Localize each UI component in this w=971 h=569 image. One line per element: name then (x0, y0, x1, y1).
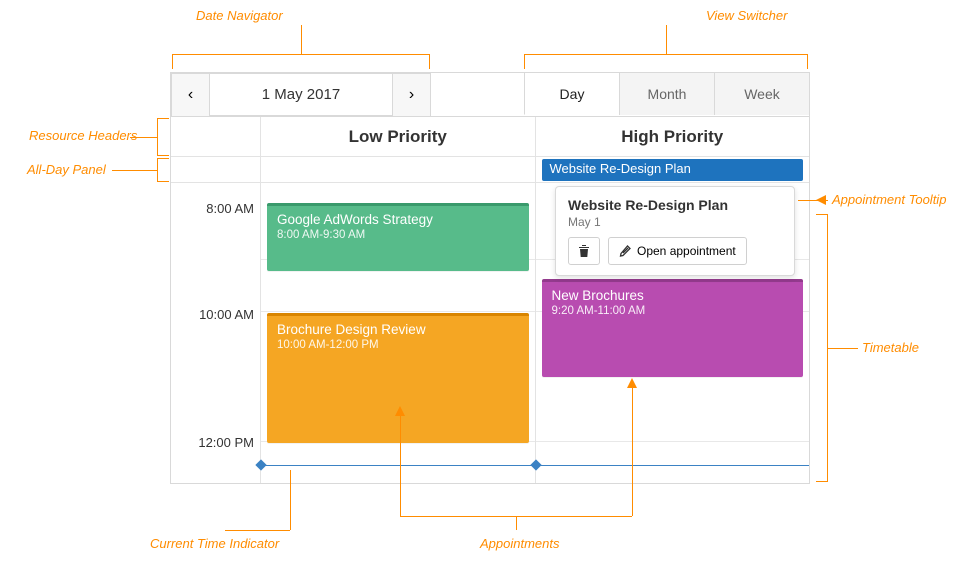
allday-cell-low[interactable] (261, 157, 535, 182)
callout-allday-panel: All-Day Panel (27, 162, 106, 177)
arrowhead-icon (394, 406, 406, 418)
bracket-date-navigator (172, 54, 430, 69)
callout-appointments: Appointments (480, 536, 560, 551)
chevron-right-icon: › (409, 86, 414, 104)
appointment-tooltip: Website Re-Design Plan May 1 Open appoin… (555, 186, 795, 276)
topbar-spacer (431, 73, 524, 116)
time-column-header (171, 117, 261, 156)
allday-cell-high[interactable]: Website Re-Design Plan (535, 157, 810, 182)
appointment-adwords[interactable]: Google AdWords Strategy 8:00 AM-9:30 AM (267, 203, 529, 271)
trash-icon (578, 244, 590, 258)
diagram-canvas: Date Navigator View Switcher ‹ 1 May 201… (0, 0, 971, 569)
scheduler-topbar: ‹ 1 May 2017 › Day Month Week (171, 73, 809, 117)
leader-timetable (828, 348, 858, 349)
current-time-indicator (536, 465, 810, 466)
allday-appointment-title: Website Re-Design Plan (550, 161, 691, 176)
resource-headers: Low Priority High Priority (171, 117, 809, 157)
leader-appointments-2 (632, 388, 633, 516)
pencil-icon (619, 245, 631, 257)
callout-timetable: Timetable (862, 340, 919, 355)
allday-panel: Website Re-Design Plan (171, 157, 809, 183)
tooltip-actions: Open appointment (568, 237, 782, 265)
leader-current-time (290, 470, 291, 530)
view-tab-week[interactable]: Week (714, 73, 809, 115)
appointment-title: Google AdWords Strategy (277, 212, 519, 227)
bracket-timetable (816, 214, 828, 482)
date-navigator: ‹ 1 May 2017 › (171, 73, 431, 116)
appointment-time: 8:00 AM-9:30 AM (277, 229, 519, 241)
time-label-12pm: 12:00 PM (198, 435, 254, 450)
leader-date-navigator (301, 25, 302, 54)
timetable-col-low[interactable]: Google AdWords Strategy 8:00 AM-9:30 AM … (261, 183, 535, 483)
view-tab-month[interactable]: Month (619, 73, 714, 115)
allday-time-gutter (171, 157, 261, 182)
leader-view-switcher (666, 25, 667, 54)
arrowhead-icon (816, 194, 828, 206)
leader-appointments-drop (516, 516, 517, 530)
bracket-resource-headers (157, 118, 169, 156)
appointment-title: New Brochures (552, 288, 794, 303)
appointment-time: 9:20 AM-11:00 AM (552, 305, 794, 317)
scheduler-panel: ‹ 1 May 2017 › Day Month Week Low Priori… (170, 72, 810, 484)
bracket-view-switcher (524, 54, 808, 69)
view-switcher: Day Month Week (524, 73, 809, 116)
current-date-label[interactable]: 1 May 2017 (210, 74, 392, 115)
time-label-10am: 10:00 AM (199, 307, 254, 322)
next-day-button[interactable]: › (392, 74, 430, 116)
appointment-title: Brochure Design Review (277, 322, 519, 337)
time-gutter: 8:00 AM 10:00 AM 12:00 PM (171, 183, 261, 483)
view-tab-day[interactable]: Day (524, 73, 619, 115)
time-label-8am: 8:00 AM (206, 201, 254, 216)
callout-appointment-tooltip: Appointment Tooltip (832, 192, 946, 207)
open-appointment-label: Open appointment (637, 244, 736, 258)
leader-current-time-h (225, 530, 290, 531)
open-appointment-button[interactable]: Open appointment (608, 237, 747, 265)
bracket-allday-panel (157, 158, 169, 182)
callout-current-time-indicator: Current Time Indicator (150, 536, 279, 551)
callout-view-switcher: View Switcher (706, 8, 787, 23)
appointment-brochure-review[interactable]: Brochure Design Review 10:00 AM-12:00 PM (267, 313, 529, 443)
gridline (261, 311, 535, 312)
resource-header-low: Low Priority (261, 117, 535, 156)
leader-allday-panel (112, 170, 157, 171)
chevron-left-icon: ‹ (188, 86, 193, 104)
appointment-time: 10:00 AM-12:00 PM (277, 339, 519, 351)
prev-day-button[interactable]: ‹ (172, 74, 210, 116)
tooltip-title: Website Re-Design Plan (568, 197, 782, 213)
arrowhead-icon (626, 378, 638, 390)
appointment-new-brochures[interactable]: New Brochures 9:20 AM-11:00 AM (542, 279, 804, 377)
allday-appointment[interactable]: Website Re-Design Plan (542, 159, 804, 181)
resource-header-high: High Priority (535, 117, 810, 156)
callout-resource-headers: Resource Headers (29, 128, 137, 143)
callout-date-navigator: Date Navigator (196, 8, 283, 23)
gridline (536, 441, 810, 442)
leader-appointments-1 (400, 416, 401, 516)
delete-appointment-button[interactable] (568, 237, 600, 265)
tooltip-subtitle: May 1 (568, 215, 782, 229)
current-time-indicator (261, 465, 535, 466)
